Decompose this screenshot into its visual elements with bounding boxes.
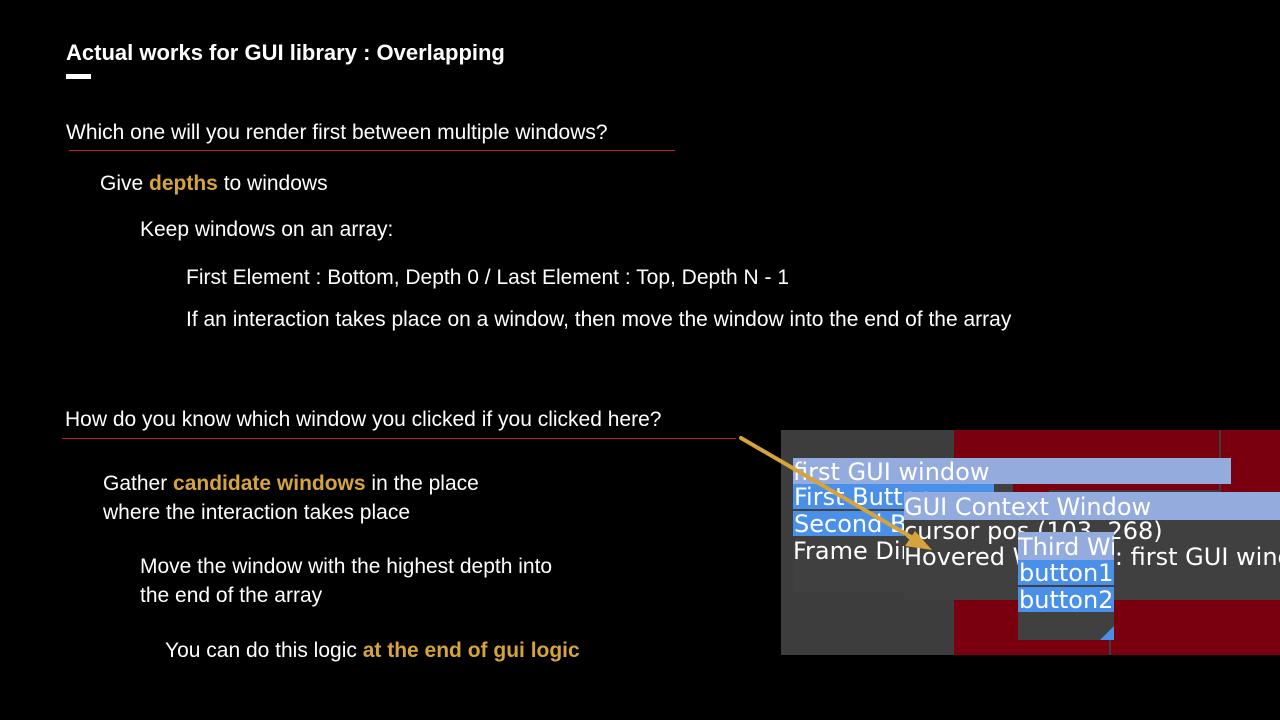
click-here-arrow-icon bbox=[739, 436, 932, 550]
